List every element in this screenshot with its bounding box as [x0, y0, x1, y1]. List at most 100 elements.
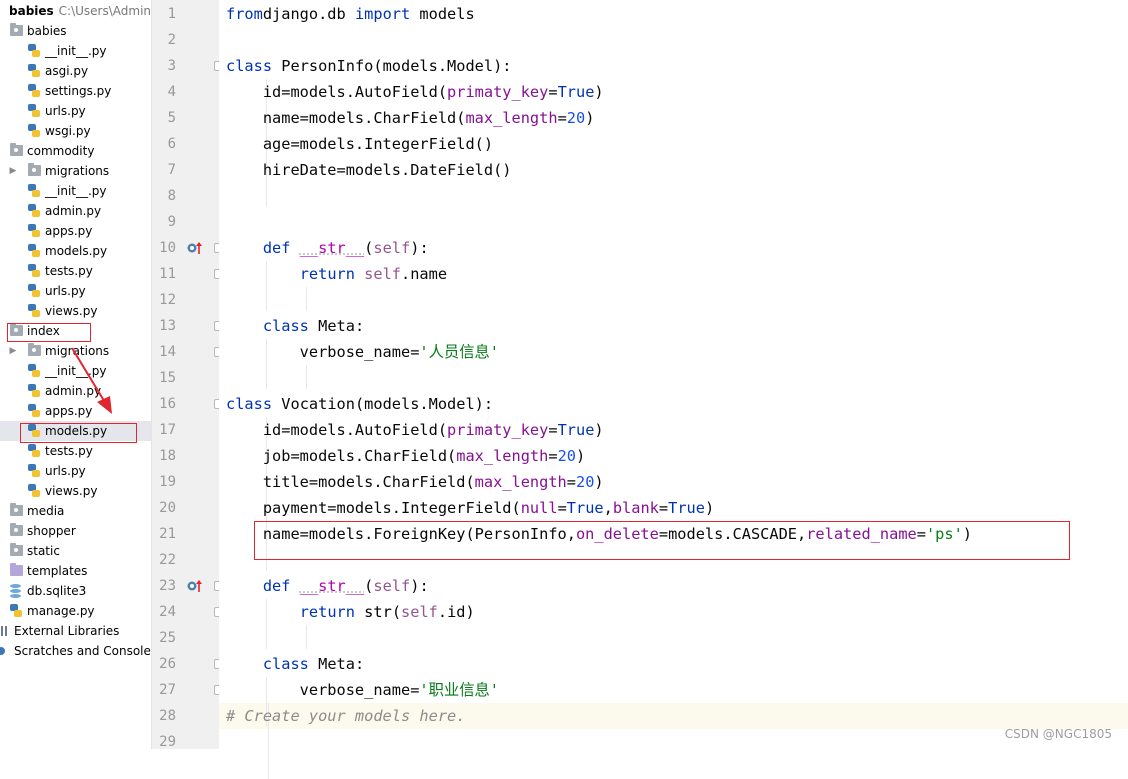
folder-icon — [28, 345, 41, 356]
tree-item-scratches-and-consoles[interactable]: Scratches and Consoles — [0, 641, 151, 661]
folder-icon — [10, 145, 23, 156]
code-line[interactable]: hireDate=models.DateField() — [226, 157, 512, 183]
tree-item-label: wsgi.py — [45, 121, 91, 141]
line-number: 22 — [152, 547, 176, 573]
python-file-icon — [28, 484, 40, 497]
line-number: 3 — [152, 53, 176, 79]
tree-item-apps-py[interactable]: apps.py — [0, 221, 151, 241]
tree-item-settings-py[interactable]: settings.py — [0, 81, 151, 101]
code-token: ( — [364, 239, 373, 257]
tree-item-db-sqlite3[interactable]: db.sqlite3 — [0, 581, 151, 601]
tree-item-static[interactable]: static — [0, 541, 151, 561]
code-token: True — [558, 421, 595, 439]
code-editor[interactable]: fromdjango.db import models class PersonI… — [219, 0, 1128, 749]
tree-item-urls-py[interactable]: urls.py — [0, 281, 151, 301]
tree-item-urls-py[interactable]: urls.py — [0, 461, 151, 481]
override-up-arrow-icon[interactable] — [187, 240, 203, 256]
tree-item-init-py[interactable]: __init__.py — [0, 181, 151, 201]
code-line[interactable]: def __str__(self): — [226, 235, 429, 261]
code-token: verbose_name= — [226, 681, 419, 699]
code-token: def — [263, 577, 291, 595]
code-line[interactable]: name=models.CharField(max_length=20) — [226, 105, 594, 131]
code-line[interactable]: return self.name — [226, 261, 447, 287]
code-token: True — [567, 499, 604, 517]
tree-item-label: media — [27, 501, 64, 521]
line-number: 7 — [152, 157, 176, 183]
python-file-icon — [10, 604, 22, 617]
tree-item-templates[interactable]: templates — [0, 561, 151, 581]
folder-icon — [10, 525, 23, 536]
code-token — [226, 239, 263, 257]
code-token: ( — [392, 603, 401, 621]
tree-item-label: tests.py — [45, 441, 93, 461]
tree-item-label: admin.py — [45, 201, 101, 221]
code-token: primaty_key — [447, 83, 548, 101]
line-number: 14 — [152, 339, 176, 365]
tree-item-label: views.py — [45, 481, 97, 501]
tree-item-migrations[interactable]: ▶ migrations — [0, 161, 151, 181]
tree-item-asgi-py[interactable]: asgi.py — [0, 61, 151, 81]
code-line[interactable]: title=models.CharField(max_length=20) — [226, 469, 604, 495]
code-line[interactable]: fromdjango.db import models — [226, 1, 475, 27]
tree-item-tests-py[interactable]: tests.py — [0, 261, 151, 281]
code-token: django.db — [263, 5, 355, 23]
indent-guide — [306, 625, 307, 649]
code-token: max_length — [456, 447, 548, 465]
project-path: C:\Users\Admini — [59, 4, 152, 18]
code-line[interactable]: payment=models.IntegerField(null=True,bl… — [226, 495, 714, 521]
tree-item-models-py[interactable]: models.py — [0, 241, 151, 261]
editor-gutter: 1 2 3 4 5 6 7 8 9 10 11 12 13 14 15 16 17 18 19 20 21 22 23 24 2… — [152, 0, 219, 749]
tree-item-views-py[interactable]: views.py — [0, 481, 151, 501]
code-line[interactable]: class Meta: — [226, 651, 364, 677]
python-file-icon — [28, 364, 40, 377]
python-file-icon — [28, 204, 40, 217]
code-line[interactable]: id=models.AutoField(primaty_key=True) — [226, 417, 604, 443]
library-icon — [0, 626, 7, 636]
expand-arrow-icon[interactable]: ▶ — [8, 161, 18, 181]
code-line[interactable]: id=models.AutoField(primaty_key=True) — [226, 79, 604, 105]
code-line[interactable]: class PersonInfo(models.Model): — [226, 53, 512, 79]
code-line[interactable]: job=models.CharField(max_length=20) — [226, 443, 585, 469]
tree-item-urls-py[interactable]: urls.py — [0, 101, 151, 121]
tree-item-wsgi-py[interactable]: wsgi.py — [0, 121, 151, 141]
code-token: ) — [585, 109, 594, 127]
tree-item-external-libraries[interactable]: External Libraries — [0, 621, 151, 641]
code-line[interactable]: age=models.IntegerField() — [226, 131, 493, 157]
tree-item-manage-py[interactable]: manage.py — [0, 601, 151, 621]
code-token: job=models.CharField( — [226, 447, 456, 465]
override-up-arrow-icon[interactable] — [187, 578, 203, 594]
code-line[interactable]: verbose_name='人员信息' — [226, 339, 499, 365]
code-line[interactable]: return str(self.id) — [226, 599, 475, 625]
code-line[interactable]: def __str__(self): — [226, 573, 429, 599]
code-token: primaty_key — [447, 421, 548, 439]
tree-item-admin-py[interactable]: admin.py — [0, 201, 151, 221]
tree-item-tests-py[interactable]: tests.py — [0, 441, 151, 461]
expand-arrow-icon[interactable]: ▶ — [8, 341, 18, 361]
code-token — [355, 265, 364, 283]
tree-item-label: __init__.py — [45, 181, 107, 201]
line-number: 19 — [152, 469, 176, 495]
code-token: ) — [594, 83, 603, 101]
project-name: babies — [9, 4, 54, 18]
code-token: self — [401, 603, 438, 621]
project-root[interactable]: babies C:\Users\Admini — [0, 1, 151, 21]
python-file-icon — [28, 384, 40, 397]
tree-item-init-py[interactable]: __init__.py — [0, 41, 151, 61]
code-token: 20 — [567, 109, 585, 127]
tree-item-label: static — [27, 541, 60, 561]
line-number: 1 — [152, 1, 176, 27]
code-line[interactable]: class Meta: — [226, 313, 364, 339]
tree-item-media[interactable]: media — [0, 501, 151, 521]
tree-item-babies[interactable]: babies — [0, 21, 151, 41]
tree-item-label: views.py — [45, 301, 97, 321]
code-token: '职业信息' — [419, 681, 499, 699]
code-token: ) — [576, 447, 585, 465]
tree-item-views-py[interactable]: views.py — [0, 301, 151, 321]
code-line[interactable]: verbose_name='职业信息' — [226, 677, 499, 703]
tree-item-commodity[interactable]: commodity — [0, 141, 151, 161]
tree-item-label: urls.py — [45, 281, 86, 301]
code-line[interactable]: class Vocation(models.Model): — [226, 391, 493, 417]
code-token: blank — [613, 499, 659, 517]
tree-item-shopper[interactable]: shopper — [0, 521, 151, 541]
code-line[interactable]: # Create your models here. — [226, 703, 465, 729]
